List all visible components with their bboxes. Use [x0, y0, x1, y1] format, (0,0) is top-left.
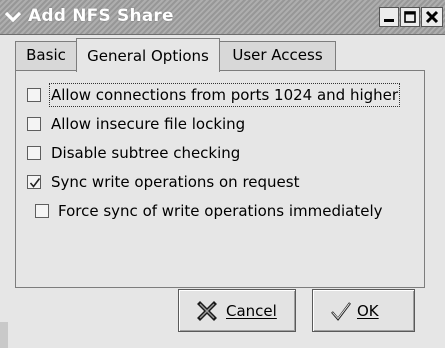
cancel-label: Cancel — [226, 302, 277, 320]
minimize-icon[interactable] — [379, 7, 399, 27]
checkmark-icon — [329, 299, 353, 327]
ok-button[interactable]: OK — [312, 289, 415, 332]
checkmark-icon — [29, 178, 41, 188]
option-label: Disable subtree checking — [51, 144, 241, 162]
tab-panel-general-options: Allow connections from ports 1024 and hi… — [15, 70, 425, 288]
option-label: Allow insecure file locking — [51, 115, 246, 133]
ok-label: OK — [357, 302, 379, 320]
checkbox[interactable] — [27, 117, 41, 131]
window-edge — [0, 322, 8, 348]
option-label: Allow connections from ports 1024 and hi… — [48, 83, 401, 107]
option-label: Force sync of write operations immediate… — [58, 202, 383, 220]
cancel-x-icon — [197, 301, 217, 325]
checkbox[interactable] — [27, 88, 41, 102]
maximize-icon[interactable] — [400, 7, 420, 27]
title-bar[interactable]: Add NFS Share — [0, 0, 445, 35]
option-label: Sync write operations on request — [51, 173, 300, 191]
checkbox[interactable] — [35, 204, 49, 218]
dialog-window: Add NFS Share Basic General Options User… — [0, 0, 445, 348]
chevron-down-icon[interactable] — [4, 8, 22, 26]
cancel-button[interactable]: Cancel — [178, 289, 296, 332]
tab-bar: Basic General Options User Access — [15, 38, 425, 72]
checkbox[interactable] — [27, 146, 41, 160]
tab-user-access[interactable]: User Access — [219, 41, 336, 70]
close-icon[interactable] — [421, 7, 443, 27]
checkbox-checked[interactable] — [27, 175, 41, 189]
tab-general-options[interactable]: General Options — [76, 38, 220, 72]
tab-basic[interactable]: Basic — [15, 41, 77, 70]
window-title: Add NFS Share — [28, 6, 174, 26]
